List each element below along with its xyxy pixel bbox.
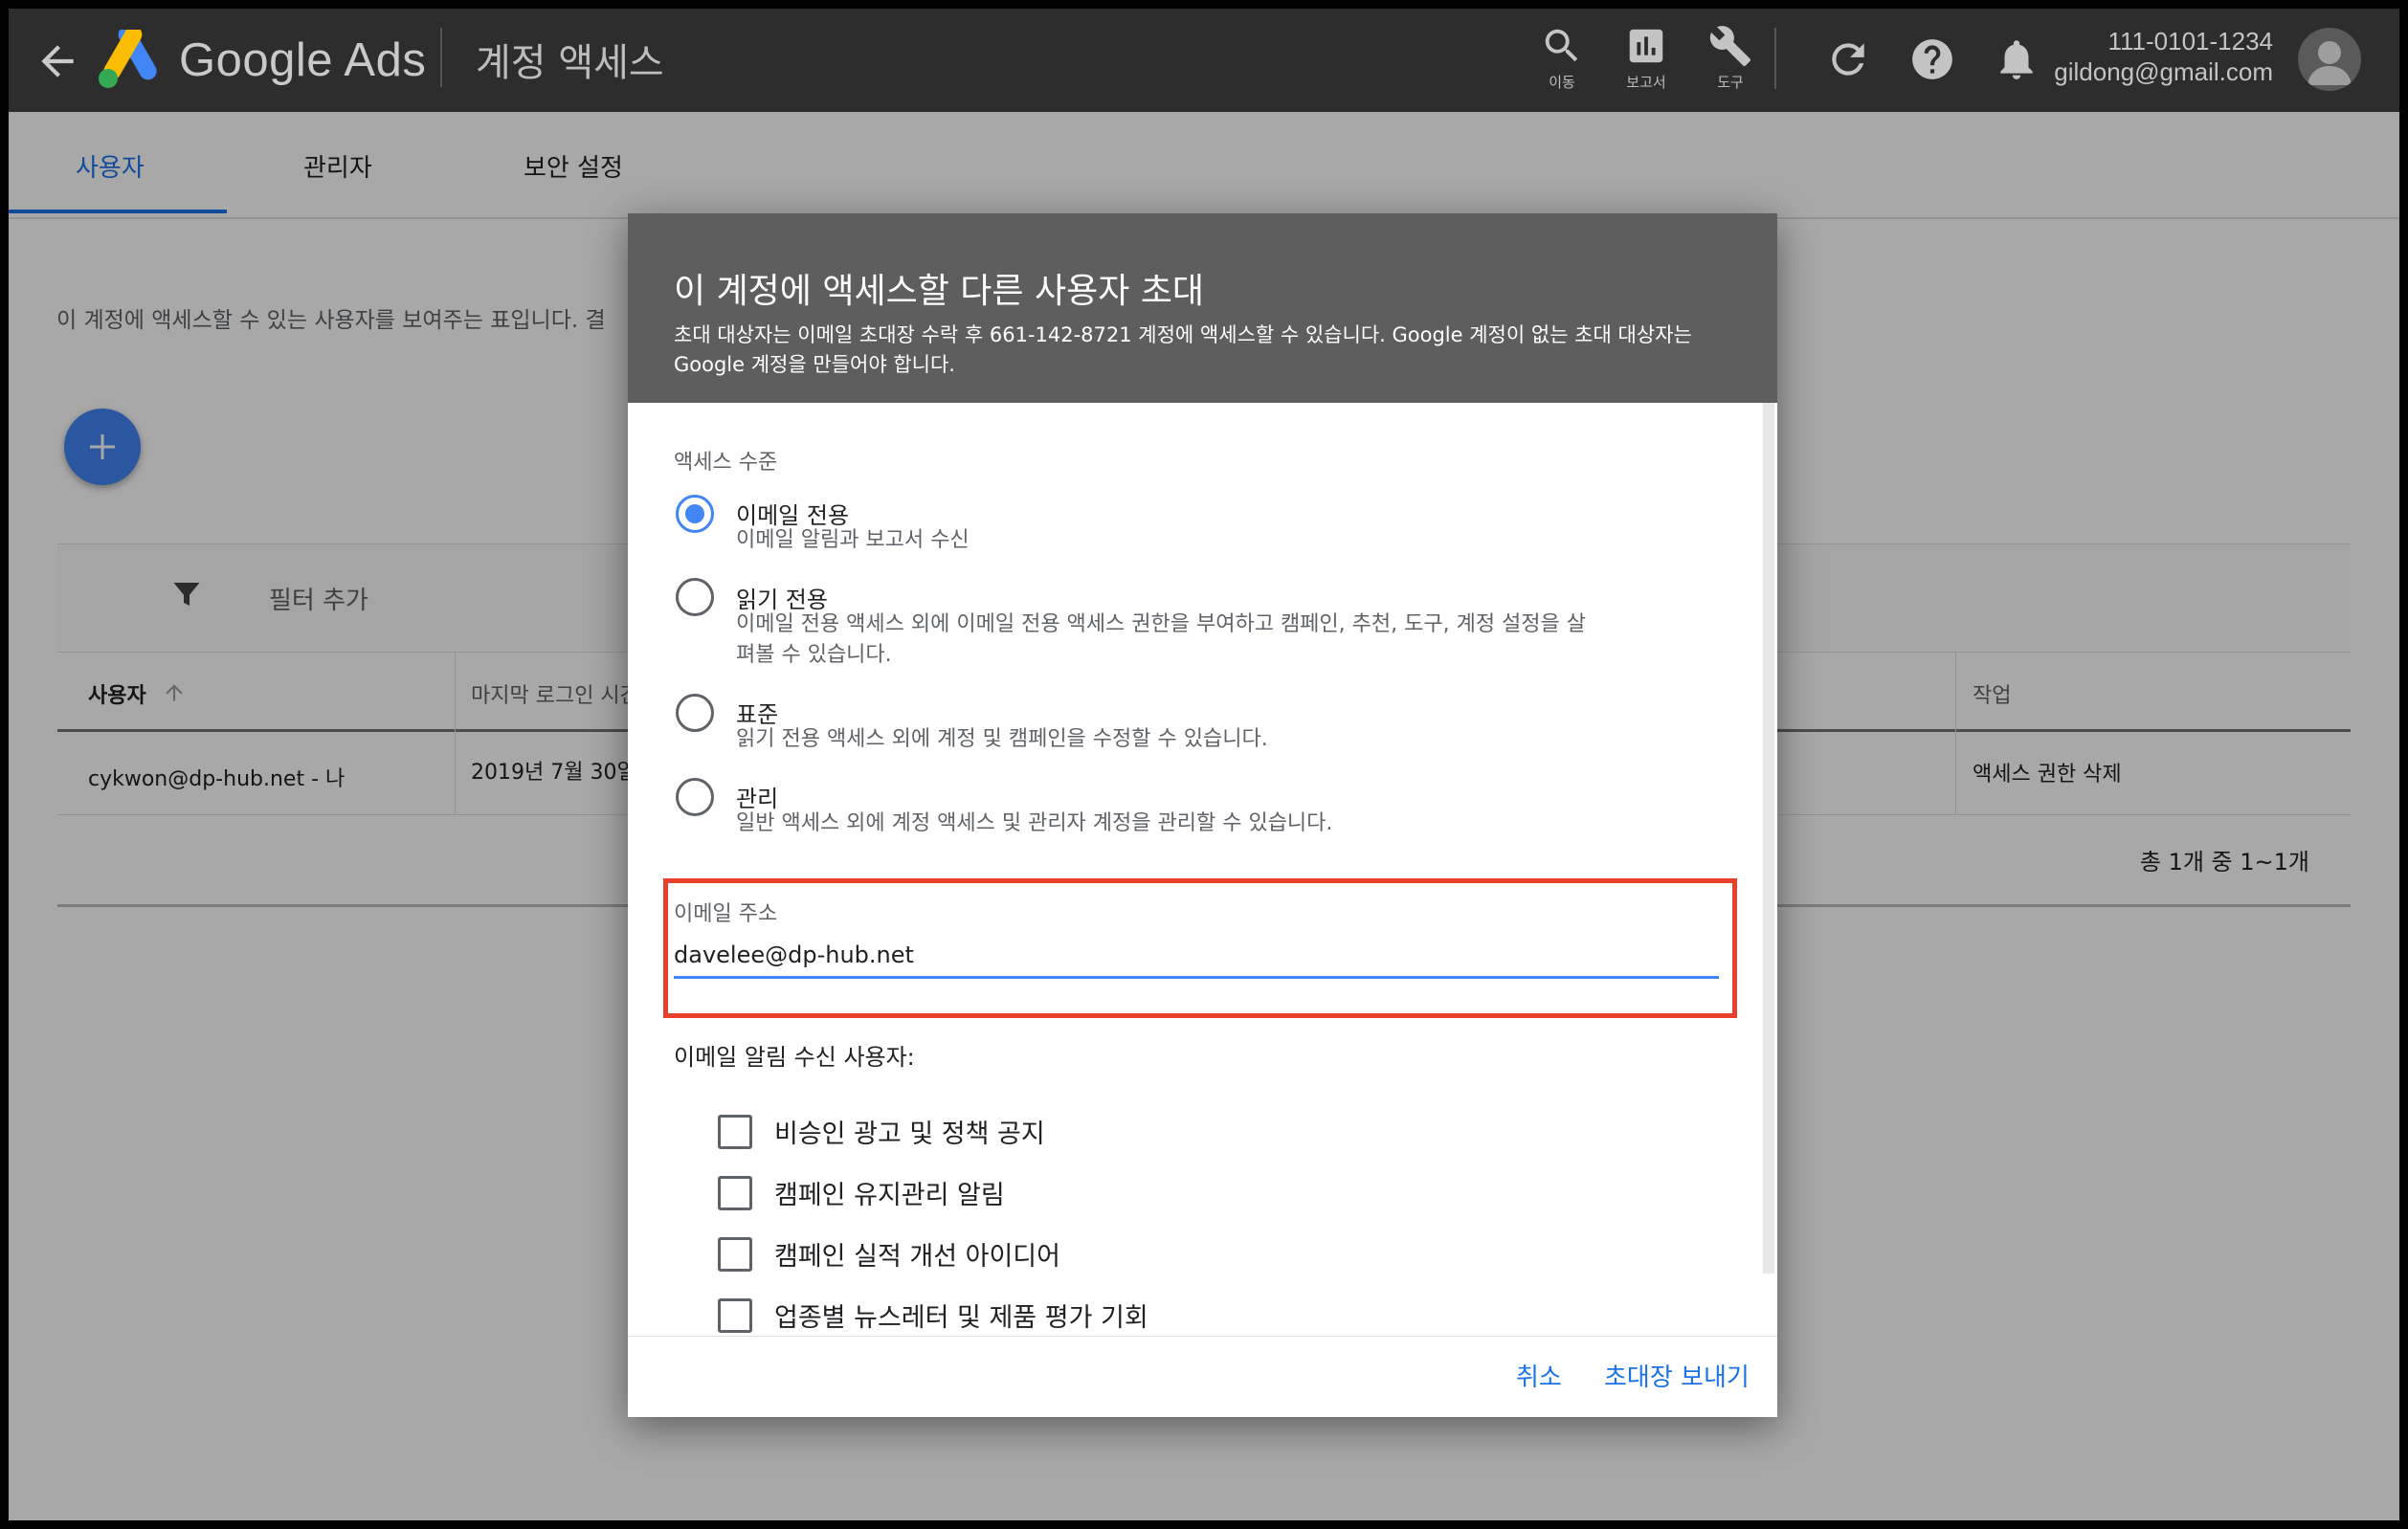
radio-read-only[interactable] <box>676 578 714 616</box>
option-desc-admin: 일반 액세스 외에 계정 액세스 및 관리자 계정을 관리할 수 있습니다. <box>736 811 1333 835</box>
checkbox-label: 업종별 뉴스레터 및 제품 평가 기회 <box>774 1303 1148 1333</box>
checkbox-campaign-maintenance[interactable] <box>718 1176 752 1210</box>
tool-reports[interactable]: 보고서 <box>1603 24 1689 92</box>
divider <box>440 28 442 87</box>
invite-user-dialog: 이 계정에 액세스할 다른 사용자 초대 초대 대상자는 이메일 초대장 수락 … <box>628 213 1777 1417</box>
person-icon <box>2308 41 2352 85</box>
avatar[interactable] <box>2298 28 2361 91</box>
checkbox-disapproved-ads[interactable] <box>718 1115 752 1149</box>
tool-label: 이동 <box>1549 74 1575 91</box>
email-field-label: 이메일 주소 <box>674 902 778 926</box>
send-invitation-button[interactable]: 초대장 보내기 <box>1604 1358 1750 1393</box>
option-desc-read-only: 이메일 전용 액세스 외에 이메일 전용 액세스 권한을 부여하고 캠페인, 추… <box>736 612 1587 667</box>
dialog-title: 이 계정에 액세스할 다른 사용자 초대 <box>674 272 1205 311</box>
account-id: 111-0101-1234 <box>2107 27 2273 55</box>
brand-name: Google Ads <box>179 34 427 86</box>
cancel-button[interactable]: 취소 <box>1516 1358 1562 1393</box>
tool-label: 보고서 <box>1626 74 1666 91</box>
google-ads-logo-icon <box>99 30 157 88</box>
page-title: 계정 액세스 <box>476 41 664 85</box>
radio-email-only[interactable] <box>676 495 714 533</box>
option-desc-standard: 읽기 전용 액세스 외에 계정 및 캠페인을 수정할 수 있습니다. <box>736 727 1268 751</box>
search-icon <box>1545 29 1578 62</box>
email-field[interactable] <box>674 933 1719 979</box>
radio-standard[interactable] <box>676 694 714 732</box>
tool-wrench[interactable]: 도구 <box>1687 24 1773 92</box>
tool-search[interactable]: 이동 <box>1519 24 1605 92</box>
dialog-scrollbar[interactable] <box>1763 403 1774 1274</box>
help-icon[interactable] <box>1908 35 1956 83</box>
checkbox-label: 캠페인 실적 개선 아이디어 <box>774 1242 1060 1272</box>
checkbox-label: 캠페인 유지관리 알림 <box>774 1181 1005 1210</box>
app-window: Google Ads 계정 액세스 이동 보고서 도구 111-0101-123… <box>9 9 2399 1520</box>
option-desc-email-only: 이메일 알림과 보고서 수신 <box>736 528 970 552</box>
access-level-label: 액세스 수준 <box>674 451 778 475</box>
refresh-icon[interactable] <box>1824 35 1872 83</box>
dialog-subtitle: 초대 대상자는 이메일 초대장 수락 후 661-142-8721 계정에 액세… <box>674 323 1692 376</box>
checkbox-industry-newsletter[interactable] <box>718 1298 752 1333</box>
account-info[interactable]: 111-0101-1234 gildong@gmail.com <box>2054 26 2273 87</box>
top-app-bar: Google Ads 계정 액세스 이동 보고서 도구 111-0101-123… <box>9 9 2399 112</box>
checkbox-performance-ideas[interactable] <box>718 1237 752 1272</box>
account-email: gildong@gmail.com <box>2054 57 2273 86</box>
reports-icon <box>1629 29 1663 63</box>
dialog-header: 이 계정에 액세스할 다른 사용자 초대 초대 대상자는 이메일 초대장 수락 … <box>628 213 1777 403</box>
notifications-bell-icon[interactable] <box>1993 35 2040 83</box>
wrench-icon <box>1709 26 1751 67</box>
tool-label: 도구 <box>1717 74 1744 91</box>
divider <box>1774 28 1776 89</box>
radio-admin[interactable] <box>676 778 714 816</box>
notification-recipients-label: 이메일 알림 수신 사용자: <box>674 1044 915 1071</box>
checkbox-label: 비승인 광고 및 정책 공지 <box>774 1119 1045 1149</box>
back-arrow-icon[interactable] <box>33 37 81 85</box>
